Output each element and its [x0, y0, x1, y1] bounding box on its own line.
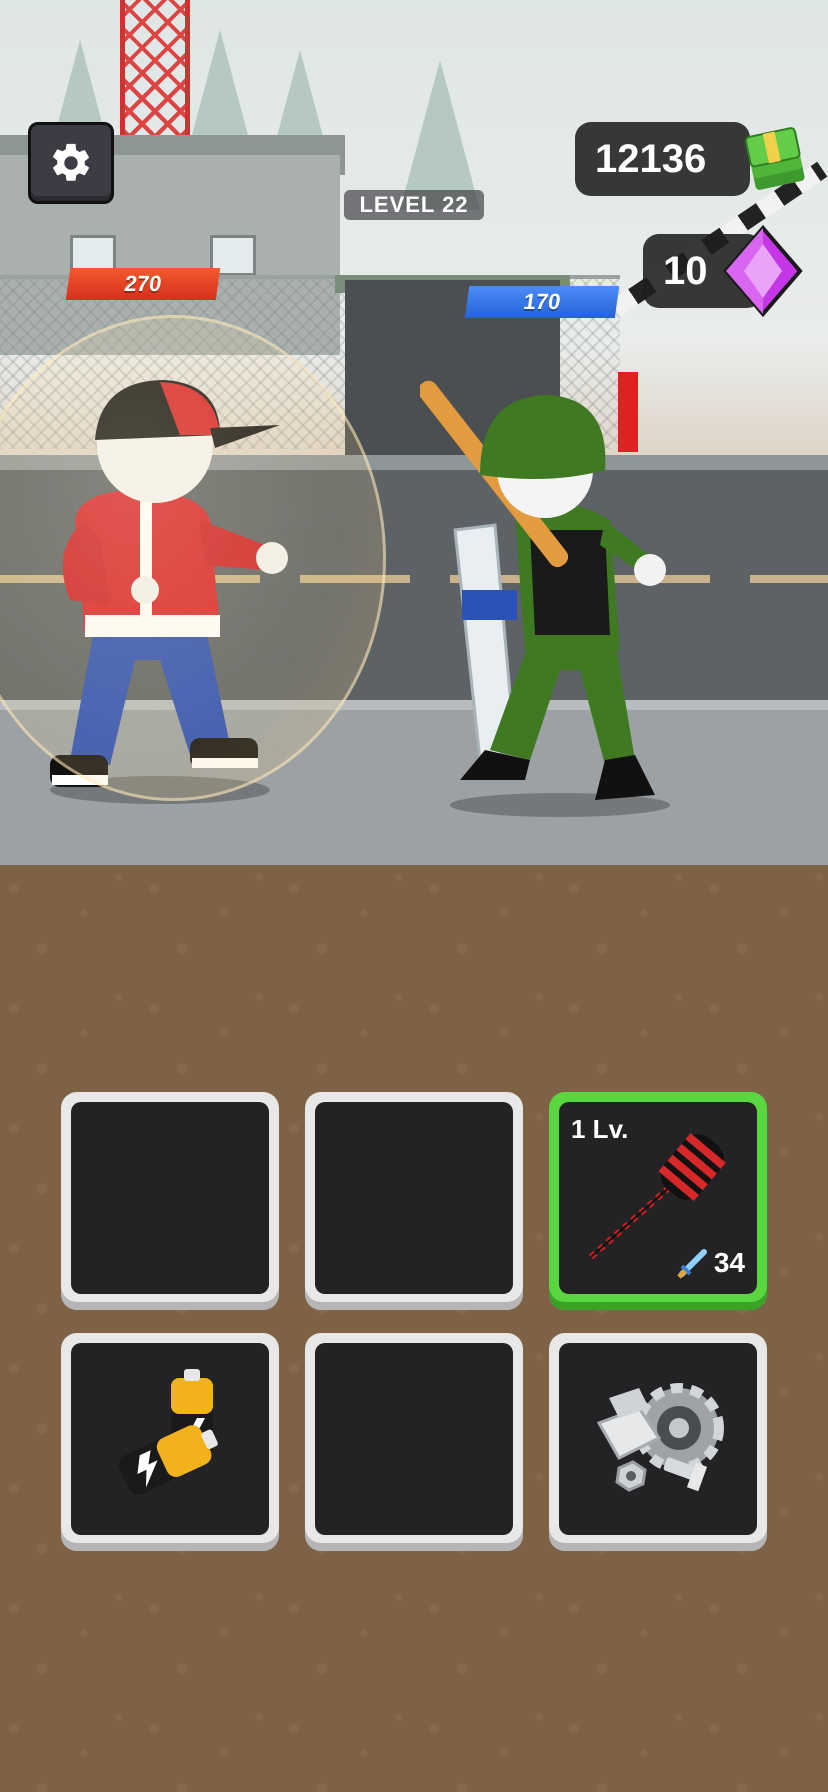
gem-value: 10 [663, 249, 708, 293]
hammer-icon [589, 1133, 726, 1260]
player-health-value: 270 [122, 271, 164, 296]
player-health-bar: 270 [65, 268, 221, 300]
enemy-health-value: 170 [521, 289, 563, 314]
item-damage-value: 34 [713, 1247, 745, 1278]
slot-batteries [71, 1343, 269, 1535]
enemy-health-bar: 170 [464, 286, 620, 318]
slot-hammer: 1 Lv. 34 [559, 1102, 757, 1294]
cash-counter: 12136 [575, 122, 750, 196]
gear-bolts-icon [596, 1383, 724, 1492]
inventory-slot-6[interactable] [549, 1333, 767, 1551]
inventory-slot-4[interactable] [61, 1333, 279, 1551]
slot-empty [71, 1102, 269, 1294]
background-tree [400, 60, 480, 210]
cash-stack-icon [744, 127, 805, 190]
settings-button[interactable] [28, 122, 114, 204]
battery-icon [118, 1369, 218, 1495]
level-indicator: LEVEL 22 [344, 190, 484, 220]
enemy-character[interactable] [420, 380, 700, 820]
inventory-slot-3[interactable]: 1 Lv. 34 [549, 1092, 767, 1310]
cash-value: 12136 [595, 137, 707, 181]
radio-tower [120, 0, 190, 135]
gear-icon [53, 143, 89, 181]
slot-empty [315, 1343, 513, 1535]
inventory-slot-5[interactable] [305, 1333, 523, 1551]
inventory-area [0, 865, 828, 1792]
inventory-slot-2[interactable] [305, 1092, 523, 1310]
slot-empty [315, 1102, 513, 1294]
sword-icon [677, 1249, 707, 1279]
purple-gem-icon [723, 224, 803, 318]
item-damage: 34 [676, 1246, 745, 1280]
inventory-slot-1[interactable] [61, 1092, 279, 1310]
slot-scrap [559, 1343, 757, 1535]
